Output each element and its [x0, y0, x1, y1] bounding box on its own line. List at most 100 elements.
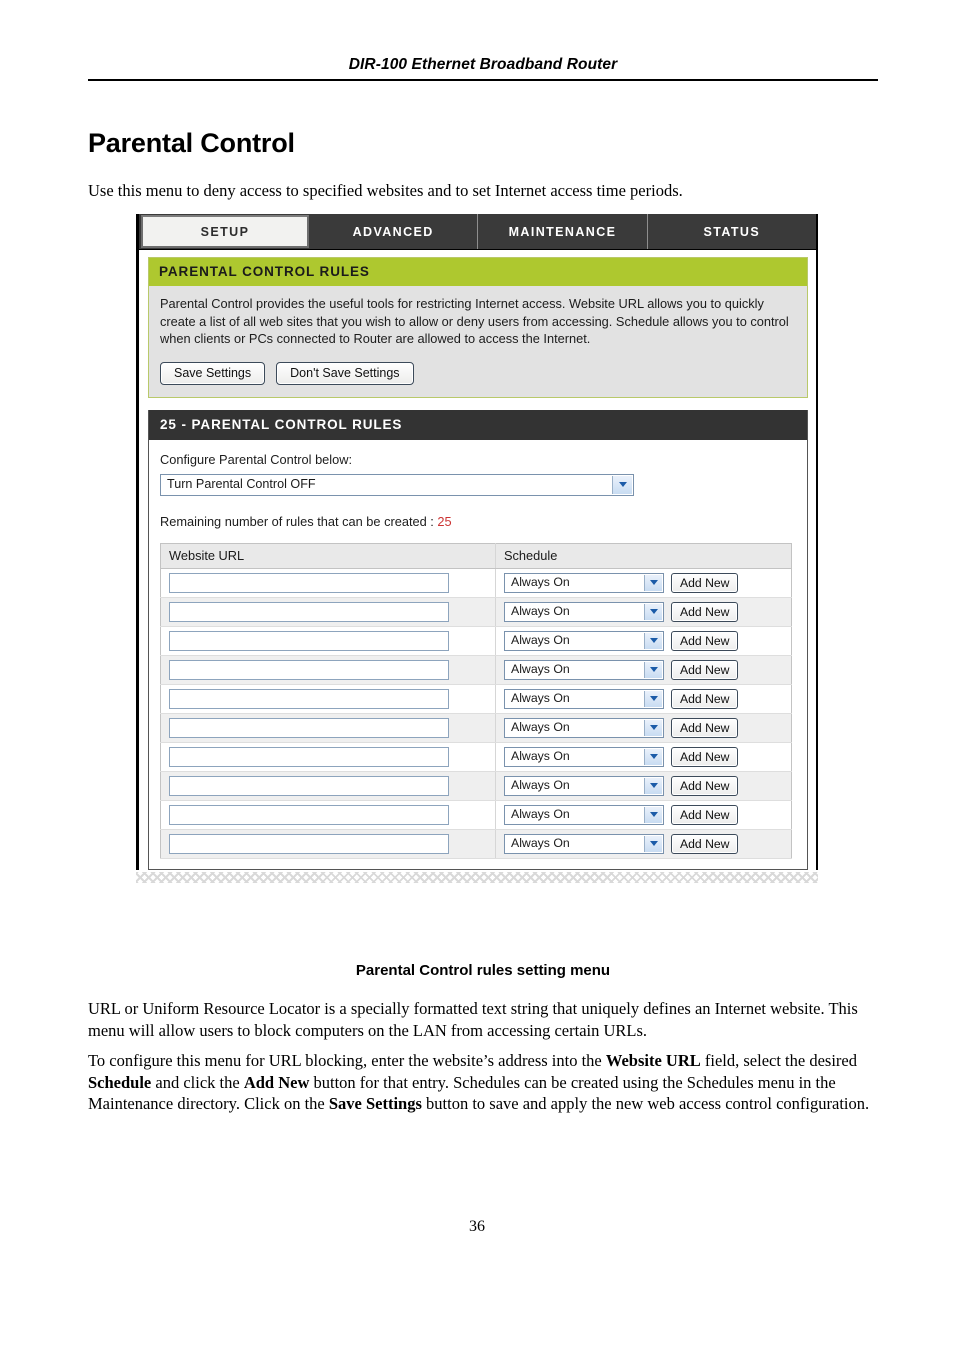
- add-new-button[interactable]: Add New: [671, 833, 739, 854]
- schedule-select[interactable]: Always On: [504, 746, 664, 767]
- cell-website-url: [160, 800, 496, 830]
- table-row: Always On Add New: [160, 684, 792, 714]
- cell-schedule: Always On Add New: [495, 684, 792, 714]
- dont-save-settings-button[interactable]: Don't Save Settings: [276, 361, 414, 385]
- schedule-controls: Always On Add New: [504, 717, 783, 738]
- chevron-down-icon[interactable]: [644, 777, 662, 794]
- parental-control-rules-card: 25 - PARENTAL CONTROL RULES Configure Pa…: [148, 409, 808, 870]
- website-url-input[interactable]: [169, 659, 449, 680]
- cell-website-url: [160, 626, 496, 656]
- schedule-select[interactable]: Always On: [504, 601, 664, 622]
- cell-website-url: [160, 829, 496, 859]
- parental-control-rules-table: Website URL Schedule Always On Add New Alw…: [160, 542, 792, 859]
- schedule-select[interactable]: Always On: [504, 572, 664, 593]
- schedule-select[interactable]: Always On: [504, 717, 664, 738]
- cell-website-url: [160, 713, 496, 743]
- website-url-input[interactable]: [169, 746, 449, 767]
- tab-status[interactable]: STATUS: [648, 214, 816, 249]
- torn-edge-decoration: [136, 871, 818, 883]
- schedule-select[interactable]: Always On: [504, 804, 664, 825]
- add-new-button[interactable]: Add New: [671, 804, 739, 825]
- schedule-controls: Always On Add New: [504, 601, 783, 622]
- para2-part-a: To configure this menu for URL blocking,…: [88, 1051, 606, 1070]
- add-new-button[interactable]: Add New: [671, 630, 739, 651]
- column-header-website-url: Website URL: [160, 543, 496, 569]
- add-new-button[interactable]: Add New: [671, 601, 739, 622]
- cell-website-url: [160, 597, 496, 627]
- schedule-select-value: Always On: [511, 632, 570, 647]
- schedule-select-value: Always On: [511, 603, 570, 618]
- intro-paragraph: Use this menu to deny access to specifie…: [88, 181, 683, 200]
- cell-schedule: Always On Add New: [495, 800, 792, 830]
- schedule-select-value: Always On: [511, 777, 570, 792]
- running-header-text: DIR-100 Ethernet Broadband Router: [348, 56, 618, 73]
- info-card-description: Parental Control provides the useful too…: [160, 296, 789, 346]
- tab-advanced[interactable]: ADVANCED: [309, 214, 479, 249]
- schedule-controls: Always On Add New: [504, 804, 783, 825]
- website-url-input[interactable]: [169, 833, 449, 854]
- figure-caption: Parental Control rules setting menu: [355, 962, 611, 979]
- rules-card-heading: 25 - PARENTAL CONTROL RULES: [149, 409, 807, 440]
- cell-schedule: Always On Add New: [495, 829, 792, 859]
- website-url-input[interactable]: [169, 572, 449, 593]
- schedule-select[interactable]: Always On: [504, 833, 664, 854]
- schedule-select[interactable]: Always On: [504, 630, 664, 651]
- table-row: Always On Add New: [160, 655, 792, 685]
- configure-label: Configure Parental Control below:: [160, 451, 353, 467]
- schedule-select-value: Always On: [511, 748, 570, 763]
- para2-term-website-url: Website URL: [605, 1051, 701, 1070]
- save-settings-button[interactable]: Save Settings: [160, 361, 266, 385]
- router-tab-bar: SETUP ADVANCED MAINTENANCE STATUS: [139, 214, 816, 250]
- schedule-select-value: Always On: [511, 835, 570, 850]
- cell-schedule: Always On Add New: [495, 655, 792, 685]
- add-new-button[interactable]: Add New: [671, 572, 739, 593]
- add-new-button[interactable]: Add New: [671, 746, 739, 767]
- add-new-button[interactable]: Add New: [671, 775, 739, 796]
- chevron-down-icon[interactable]: [644, 835, 662, 852]
- table-row: Always On Add New: [160, 597, 792, 627]
- chevron-down-icon[interactable]: [644, 719, 662, 736]
- chevron-down-icon[interactable]: [644, 632, 662, 649]
- website-url-input[interactable]: [169, 630, 449, 651]
- cell-website-url: [160, 568, 496, 598]
- chevron-down-icon[interactable]: [612, 475, 632, 494]
- para2-term-schedule: Schedule: [88, 1072, 152, 1092]
- chevron-down-icon[interactable]: [644, 661, 662, 678]
- chevron-down-icon[interactable]: [644, 748, 662, 765]
- chevron-down-icon[interactable]: [644, 574, 662, 591]
- schedule-controls: Always On Add New: [504, 630, 783, 651]
- schedule-select[interactable]: Always On: [504, 688, 664, 709]
- schedule-select[interactable]: Always On: [504, 775, 664, 796]
- schedule-select-value: Always On: [511, 574, 570, 589]
- schedule-select-value: Always On: [511, 719, 570, 734]
- add-new-button[interactable]: Add New: [671, 688, 739, 709]
- website-url-input[interactable]: [169, 717, 449, 738]
- add-new-button[interactable]: Add New: [671, 717, 739, 738]
- info-card-heading: PARENTAL CONTROL RULES: [149, 258, 807, 286]
- router-ui-screenshot: SETUP ADVANCED MAINTENANCE STATUS PARENT…: [136, 214, 818, 883]
- parental-control-info-card: PARENTAL CONTROL RULES Parental Control …: [148, 257, 808, 398]
- tab-status-label: STATUS: [703, 224, 761, 239]
- tab-setup[interactable]: SETUP: [141, 215, 309, 248]
- website-url-input[interactable]: [169, 804, 449, 825]
- remaining-rules-text: Remaining number of rules that can be cr…: [160, 514, 795, 529]
- schedule-controls: Always On Add New: [504, 659, 783, 680]
- website-url-input[interactable]: [169, 775, 449, 796]
- mode-select-value: Turn Parental Control OFF: [167, 476, 316, 491]
- schedule-controls: Always On Add New: [504, 746, 783, 767]
- parental-control-mode-select[interactable]: Turn Parental Control OFF: [160, 473, 634, 496]
- website-url-input[interactable]: [169, 688, 449, 709]
- chevron-down-icon[interactable]: [644, 690, 662, 707]
- add-new-button[interactable]: Add New: [671, 659, 739, 680]
- website-url-input[interactable]: [169, 601, 449, 622]
- remaining-rules-label: Remaining number of rules that can be cr…: [160, 513, 438, 529]
- cell-website-url: [160, 742, 496, 772]
- schedule-select-value: Always On: [511, 661, 570, 676]
- chevron-down-icon[interactable]: [644, 603, 662, 620]
- cell-website-url: [160, 684, 496, 714]
- router-ui-frame: SETUP ADVANCED MAINTENANCE STATUS PARENT…: [136, 214, 818, 870]
- table-row: Always On Add New: [160, 626, 792, 656]
- chevron-down-icon[interactable]: [644, 806, 662, 823]
- tab-maintenance[interactable]: MAINTENANCE: [478, 214, 648, 249]
- schedule-select[interactable]: Always On: [504, 659, 664, 680]
